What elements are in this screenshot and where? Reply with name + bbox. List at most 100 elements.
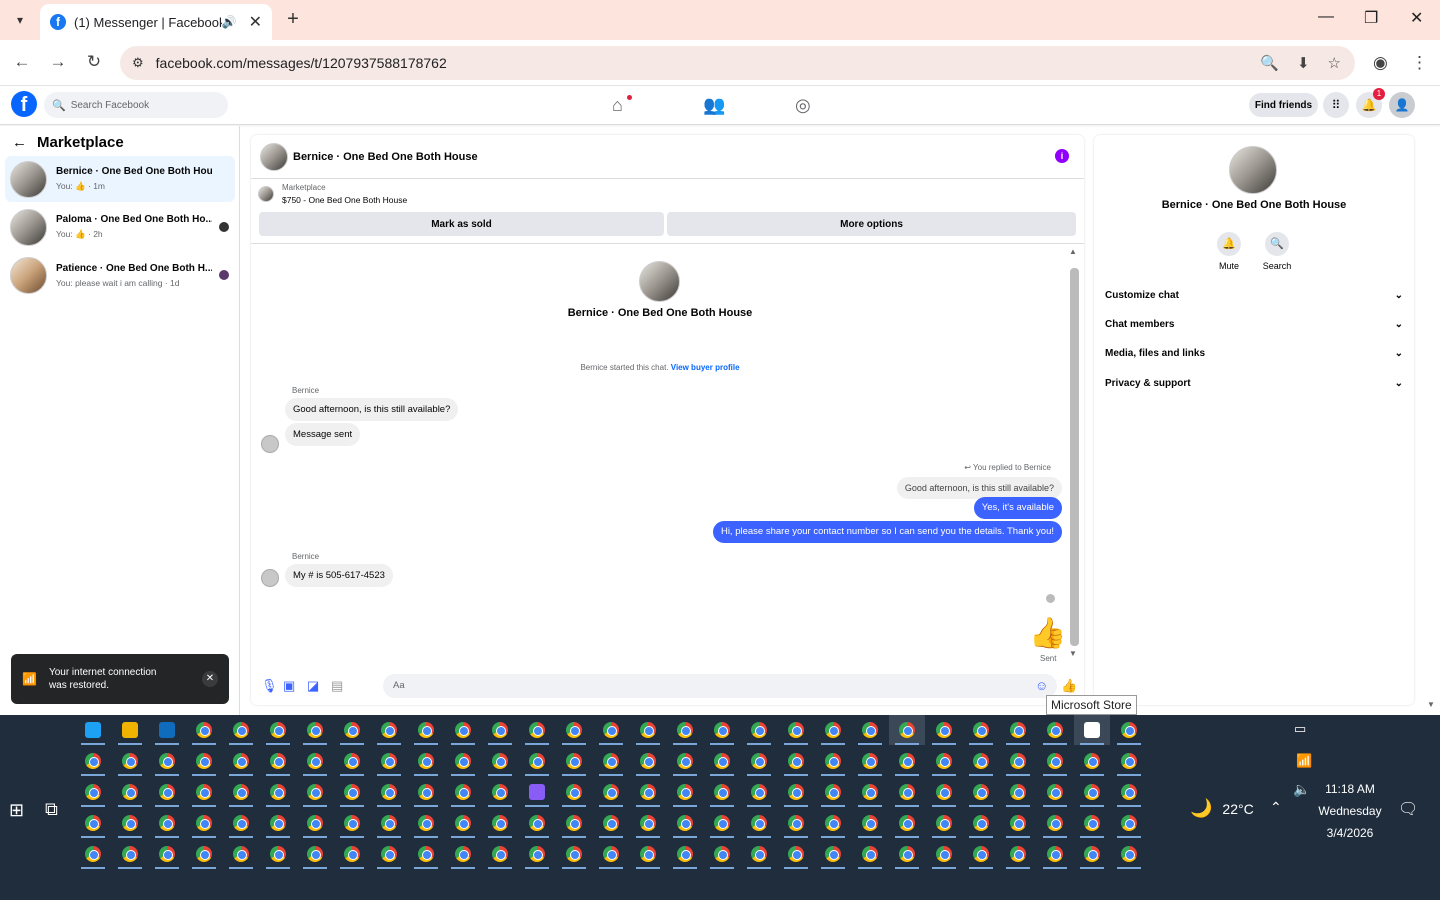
section-media-files-links[interactable]: Media, files and links ⌄ bbox=[1105, 348, 1403, 359]
chrome-window-icon[interactable] bbox=[445, 839, 481, 869]
chrome-window-icon[interactable] bbox=[223, 777, 259, 807]
chrome-window-icon[interactable] bbox=[1111, 715, 1147, 745]
chrome-window-icon[interactable] bbox=[926, 746, 962, 776]
chrome-window-icon[interactable] bbox=[963, 839, 999, 869]
chrome-window-icon[interactable] bbox=[704, 808, 740, 838]
chrome-window-icon[interactable] bbox=[704, 715, 740, 745]
chrome-window-icon[interactable] bbox=[926, 808, 962, 838]
chrome-window-icon[interactable] bbox=[260, 839, 296, 869]
chrome-window-icon[interactable] bbox=[1111, 808, 1147, 838]
bookmark-star-icon[interactable]: ☆ bbox=[1328, 54, 1341, 72]
chrome-window-icon[interactable] bbox=[926, 777, 962, 807]
scroll-up-arrow[interactable]: ▲ bbox=[1069, 247, 1077, 256]
chrome-window-icon[interactable] bbox=[260, 808, 296, 838]
zoom-icon[interactable]: 🔍 bbox=[1260, 54, 1279, 72]
chrome-window-icon[interactable] bbox=[1037, 746, 1073, 776]
chrome-window-icon[interactable] bbox=[1000, 746, 1036, 776]
chrome-window-icon[interactable] bbox=[1074, 777, 1110, 807]
chrome-window-icon[interactable] bbox=[852, 808, 888, 838]
chrome-window-icon[interactable] bbox=[186, 808, 222, 838]
page-scroll-down-arrow[interactable]: ▼ bbox=[1427, 700, 1435, 709]
incoming-message[interactable]: My # is 505-617-4523 bbox=[285, 564, 393, 587]
chrome-window-icon[interactable] bbox=[704, 746, 740, 776]
close-icon[interactable]: ✕ bbox=[202, 671, 218, 687]
chrome-window-icon[interactable] bbox=[778, 715, 814, 745]
outgoing-message[interactable]: Hi, please share your contact number so … bbox=[712, 521, 1062, 543]
chrome-window-icon[interactable] bbox=[260, 715, 296, 745]
chrome-window-icon[interactable] bbox=[408, 715, 444, 745]
maximize-button[interactable]: ❐ bbox=[1364, 8, 1378, 28]
system-clock[interactable]: 11:18 AM Wednesday 3/4/2026 bbox=[1310, 778, 1390, 844]
chrome-window-icon[interactable] bbox=[630, 777, 666, 807]
chrome-window-icon[interactable] bbox=[1074, 839, 1110, 869]
chrome-window-icon[interactable] bbox=[556, 808, 592, 838]
chrome-window-icon[interactable] bbox=[852, 746, 888, 776]
chrome-window-icon[interactable] bbox=[593, 808, 629, 838]
chrome-window-icon[interactable] bbox=[815, 746, 851, 776]
menu-grid-icon[interactable]: ⠿ bbox=[1323, 92, 1349, 118]
phone-link-icon[interactable]: ▭ bbox=[1294, 721, 1306, 737]
listing-summary[interactable]: Marketplace $750 - One Bed One Both Hous… bbox=[258, 183, 407, 205]
chrome-window-icon[interactable] bbox=[371, 715, 407, 745]
chrome-window-icon[interactable] bbox=[297, 746, 333, 776]
chrome-window-icon[interactable] bbox=[963, 746, 999, 776]
chrome-window-icon[interactable] bbox=[149, 777, 185, 807]
chrome-window-icon[interactable] bbox=[741, 715, 777, 745]
chrome-window-icon[interactable] bbox=[963, 777, 999, 807]
search-button[interactable]: 🔍 Search bbox=[1252, 232, 1302, 271]
conversation-item[interactable]: Patience · One Bed One Both H... You: pl… bbox=[5, 252, 235, 298]
chrome-window-icon[interactable] bbox=[1037, 808, 1073, 838]
task-view-icon[interactable]: ⧉ bbox=[45, 799, 58, 820]
chrome-window-icon[interactable] bbox=[556, 777, 592, 807]
chrome-window-icon[interactable] bbox=[1111, 777, 1147, 807]
profile-avatar[interactable] bbox=[1229, 146, 1277, 194]
chrome-window-icon[interactable] bbox=[889, 746, 925, 776]
incoming-message[interactable]: Message sent bbox=[285, 423, 361, 446]
chevron-up-icon[interactable]: ⌃ bbox=[1270, 799, 1282, 816]
site-info-icon[interactable]: ⚙ bbox=[132, 55, 144, 71]
install-app-icon[interactable]: ⬇ bbox=[1297, 54, 1310, 72]
emoji-icon[interactable]: ☺ bbox=[1035, 678, 1048, 693]
chrome-window-icon[interactable] bbox=[75, 808, 111, 838]
quoted-message[interactable]: Good afternoon, is this still available? bbox=[896, 477, 1062, 499]
chrome-window-icon[interactable] bbox=[408, 808, 444, 838]
new-tab-button[interactable]: + bbox=[282, 8, 304, 30]
chrome-window-icon[interactable] bbox=[260, 746, 296, 776]
speaker-icon[interactable]: 🔊 bbox=[222, 15, 237, 29]
profile-icon[interactable]: ◉ bbox=[1373, 53, 1388, 73]
chrome-window-icon[interactable] bbox=[1000, 777, 1036, 807]
chrome-window-icon[interactable] bbox=[815, 715, 851, 745]
chrome-window-icon[interactable] bbox=[1000, 808, 1036, 838]
chrome-window-icon[interactable] bbox=[334, 715, 370, 745]
chrome-window-icon[interactable] bbox=[1037, 777, 1073, 807]
chrome-window-icon[interactable] bbox=[445, 808, 481, 838]
chrome-window-icon[interactable] bbox=[519, 808, 555, 838]
chrome-window-icon[interactable] bbox=[667, 715, 703, 745]
chrome-window-icon[interactable] bbox=[408, 746, 444, 776]
chrome-window-icon[interactable] bbox=[667, 777, 703, 807]
conversation-item[interactable]: Paloma · One Bed One Both Ho... You: 👍 ·… bbox=[5, 204, 235, 250]
like-send-icon[interactable]: 👍 bbox=[1061, 678, 1077, 694]
edge-browser-icon[interactable] bbox=[75, 715, 111, 745]
facebook-logo-icon[interactable]: f bbox=[11, 91, 37, 117]
photo-icon[interactable]: ▣ bbox=[283, 678, 295, 694]
chrome-window-icon[interactable] bbox=[963, 808, 999, 838]
chrome-window-icon[interactable] bbox=[889, 808, 925, 838]
chrome-window-icon[interactable] bbox=[223, 839, 259, 869]
chrome-window-icon[interactable] bbox=[1074, 808, 1110, 838]
chrome-window-icon[interactable] bbox=[889, 715, 925, 745]
chrome-window-icon[interactable] bbox=[630, 746, 666, 776]
message-input[interactable]: Aa bbox=[383, 674, 1057, 698]
chat-title[interactable]: Bernice · One Bed One Both House bbox=[293, 151, 478, 163]
chrome-window-icon[interactable] bbox=[667, 746, 703, 776]
chrome-window-icon[interactable] bbox=[741, 746, 777, 776]
chrome-window-icon[interactable] bbox=[889, 777, 925, 807]
chrome-window-icon[interactable] bbox=[371, 808, 407, 838]
conversation-item[interactable]: Bernice · One Bed One Both House You: 👍 … bbox=[5, 156, 235, 202]
chrome-window-icon[interactable] bbox=[852, 777, 888, 807]
chrome-window-icon[interactable] bbox=[112, 839, 148, 869]
info-icon[interactable]: i bbox=[1055, 149, 1069, 163]
chrome-window-icon[interactable] bbox=[1000, 839, 1036, 869]
chrome-window-icon[interactable] bbox=[630, 808, 666, 838]
chrome-window-icon[interactable] bbox=[149, 808, 185, 838]
